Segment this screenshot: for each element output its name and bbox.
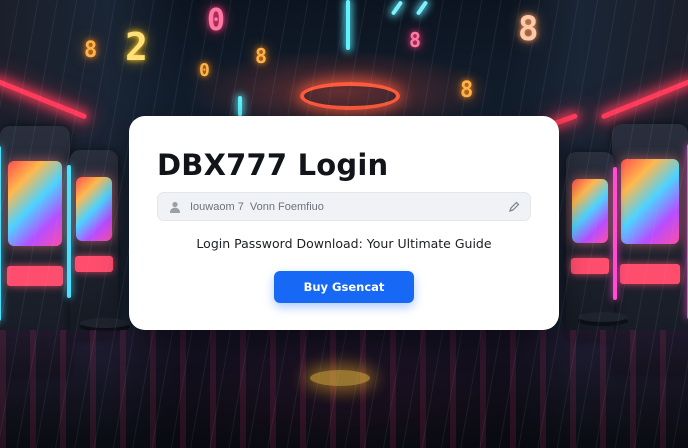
login-card: DBX777 Login Login Password Download: Yo… bbox=[129, 116, 559, 330]
slot-machine-panel bbox=[7, 266, 63, 286]
neon-digit: 2 bbox=[125, 25, 148, 69]
neon-digit: 8 bbox=[460, 78, 474, 103]
neon-digit: 8 bbox=[255, 44, 268, 68]
ceiling-neon-ring bbox=[300, 82, 400, 110]
slot-machine-trim bbox=[0, 146, 1, 321]
slot-machine-screen bbox=[621, 159, 679, 244]
wet-floor bbox=[0, 330, 688, 448]
slot-machine-panel bbox=[74, 256, 114, 272]
primary-action-button[interactable]: Buy Gsencat bbox=[274, 271, 414, 303]
login-title: DBX777 Login bbox=[157, 148, 389, 182]
floor-reflection bbox=[310, 370, 370, 386]
user-icon bbox=[170, 201, 180, 213]
neon-light-vertical bbox=[346, 0, 350, 50]
username-field[interactable] bbox=[157, 192, 531, 221]
pen-icon[interactable] bbox=[508, 201, 520, 213]
neon-light-vertical bbox=[238, 96, 242, 116]
slot-machine bbox=[67, 150, 118, 340]
neon-digit: 0 bbox=[199, 60, 210, 81]
username-input[interactable] bbox=[190, 193, 490, 220]
bar-stool bbox=[578, 312, 628, 322]
neon-digit: 8 bbox=[409, 28, 422, 52]
slot-machine-screen bbox=[75, 176, 113, 242]
neon-digit: 8 bbox=[518, 9, 539, 49]
casino-background: 0 2 8 8 0 8 8 8 DBX777 Login Iouwaom 7 V… bbox=[0, 0, 688, 448]
bar-stool bbox=[80, 318, 130, 328]
slot-machine-trim bbox=[613, 167, 617, 301]
neon-digit: 0 bbox=[207, 3, 226, 38]
slot-machine-panel bbox=[619, 264, 681, 284]
login-subtitle: Login Password Download: Your Ultimate G… bbox=[196, 236, 492, 251]
neon-light-diagonal bbox=[390, 0, 404, 16]
slot-machine-screen bbox=[571, 178, 609, 244]
slot-machine-panel bbox=[570, 258, 610, 274]
neon-light-diagonal bbox=[415, 0, 429, 16]
slot-machine-trim bbox=[67, 165, 71, 299]
neon-digit: 8 bbox=[84, 38, 98, 63]
slot-machine-screen bbox=[8, 161, 62, 246]
